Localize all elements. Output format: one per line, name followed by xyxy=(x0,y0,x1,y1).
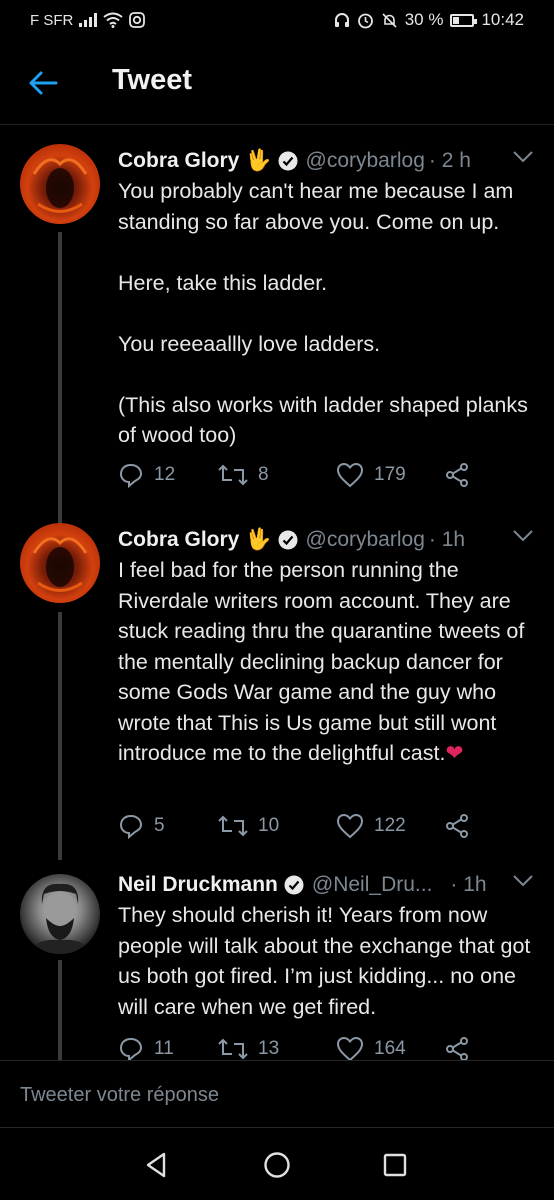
retweet-count: 13 xyxy=(258,1038,280,1059)
tweet-text: I feel bad for the person running the Ri… xyxy=(118,555,540,769)
tweet-header: Neil Druckmann @Neil_Dru... · 1h xyxy=(118,868,534,902)
tweet-actions: 5 10 122 xyxy=(118,809,478,843)
chevron-down-icon[interactable] xyxy=(512,150,534,164)
signal-icon xyxy=(79,13,98,27)
wifi-icon xyxy=(103,12,123,28)
battery-icon xyxy=(450,13,478,27)
system-nav-bar xyxy=(0,1128,554,1200)
like-count: 164 xyxy=(374,1038,406,1059)
chevron-down-icon[interactable] xyxy=(512,874,534,888)
author-name[interactable]: Cobra Glory xyxy=(118,149,239,173)
author-handle[interactable]: @Neil_Dru... xyxy=(312,873,433,897)
retweet-icon xyxy=(218,1038,248,1060)
share-button[interactable] xyxy=(444,458,470,492)
reply-button[interactable]: 12 xyxy=(118,458,175,492)
reply-count: 11 xyxy=(154,1038,174,1059)
retweet-count: 8 xyxy=(258,464,269,485)
alarm-icon xyxy=(357,13,373,28)
tweet-paragraph: I feel bad for the person running the Ri… xyxy=(118,558,531,765)
author-handle[interactable]: @corybarlog xyxy=(306,149,425,173)
instagram-icon xyxy=(129,12,146,28)
share-icon xyxy=(446,1037,468,1061)
tweet-header: Cobra Glory 🖖 @corybarlog · 2 h xyxy=(118,144,534,178)
verified-badge-icon xyxy=(278,530,298,550)
thread-line xyxy=(58,960,62,1060)
top-app-bar: Tweet xyxy=(0,40,554,125)
tweet-text: You probably can't hear me because I am … xyxy=(118,176,540,451)
thread-line xyxy=(58,232,62,528)
retweet-count: 10 xyxy=(258,815,280,836)
battery-percent: 30 % xyxy=(404,10,444,29)
vulcan-salute-emoji: 🖖 xyxy=(245,149,272,172)
like-button[interactable]: 122 xyxy=(336,809,406,843)
tweet-paragraph: You reeeaallly love ladders. xyxy=(118,331,381,356)
tweet-paragraph: (This also works with ladder shaped plan… xyxy=(118,392,534,448)
share-button[interactable] xyxy=(444,809,470,843)
author-handle[interactable]: @corybarlog xyxy=(306,528,425,552)
back-arrow-icon[interactable] xyxy=(26,66,60,100)
chevron-down-icon[interactable] xyxy=(512,529,534,543)
like-count: 179 xyxy=(374,464,406,485)
reply-composer xyxy=(0,1060,554,1128)
reply-count: 5 xyxy=(154,815,165,836)
avatar[interactable] xyxy=(20,874,100,954)
like-count: 122 xyxy=(374,815,406,836)
avatar[interactable] xyxy=(20,144,100,224)
retweet-icon xyxy=(218,815,248,837)
reply-icon xyxy=(119,814,143,839)
tweet-paragraph: You probably can't hear me because I am … xyxy=(118,179,520,234)
page-title: Tweet xyxy=(112,64,193,96)
author-name[interactable]: Neil Druckmann xyxy=(118,873,278,897)
reply-button[interactable]: 5 xyxy=(118,809,165,843)
like-button[interactable]: 179 xyxy=(336,458,406,492)
verified-badge-icon xyxy=(278,151,298,171)
nav-back-icon[interactable] xyxy=(142,1150,172,1180)
tweet-text: They should cherish it! Years from now p… xyxy=(118,900,540,1022)
avatar[interactable] xyxy=(20,523,100,603)
heart-icon xyxy=(336,1036,364,1062)
retweet-button[interactable]: 8 xyxy=(218,458,269,492)
tweet-actions: 12 8 179 xyxy=(118,458,478,492)
clock: 10:42 xyxy=(481,10,524,29)
thread-line xyxy=(58,612,62,860)
vulcan-salute-emoji: 🖖 xyxy=(245,528,272,551)
author-name[interactable]: Cobra Glory xyxy=(118,528,239,552)
share-icon xyxy=(446,463,468,487)
tweet-time: · 2 h xyxy=(428,149,471,172)
tweet-paragraph: Here, take this ladder. xyxy=(118,270,328,295)
retweet-icon xyxy=(218,464,248,486)
tweet-time: · 1h xyxy=(450,873,487,896)
retweet-button[interactable]: 10 xyxy=(218,809,279,843)
share-icon xyxy=(446,814,468,838)
status-bar: F SFR 30 % 10:42 xyxy=(0,0,554,40)
tweet-time: · 1h xyxy=(428,528,466,551)
reply-input[interactable] xyxy=(18,1077,522,1113)
tweet-paragraph: They should cherish it! Years from now p… xyxy=(118,903,537,1019)
heart-icon xyxy=(336,813,364,839)
nav-home-icon[interactable] xyxy=(262,1150,292,1180)
headphones-icon xyxy=(334,13,349,27)
carrier-label: F SFR xyxy=(30,11,74,29)
verified-badge-icon xyxy=(284,875,304,895)
red-heart-emoji: ❤ xyxy=(445,741,464,765)
tweet-header: Cobra Glory 🖖 @corybarlog · 1h xyxy=(118,523,534,557)
reply-icon xyxy=(119,1037,143,1062)
reply-icon xyxy=(119,463,143,488)
reply-count: 12 xyxy=(154,464,176,485)
heart-icon xyxy=(336,462,364,488)
mute-icon xyxy=(382,12,397,28)
nav-recents-icon[interactable] xyxy=(380,1150,410,1180)
